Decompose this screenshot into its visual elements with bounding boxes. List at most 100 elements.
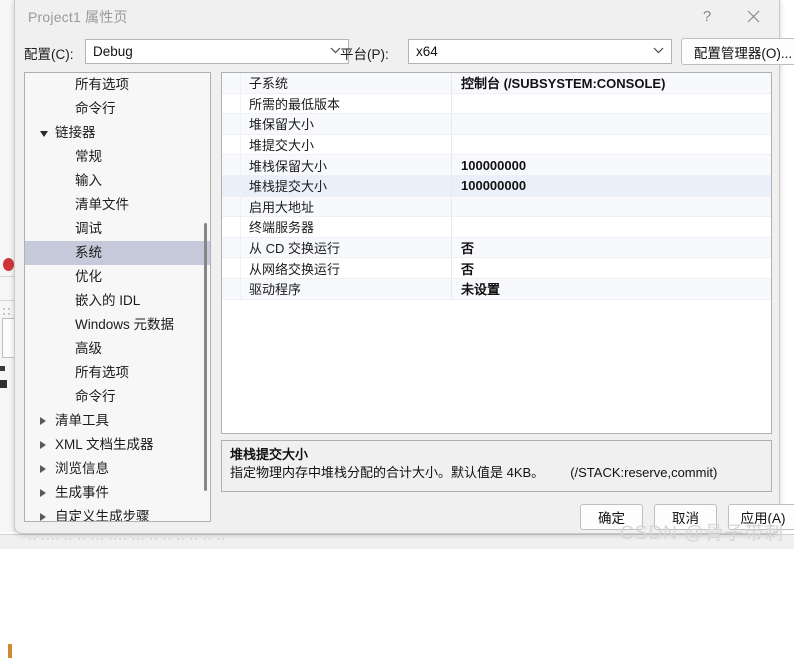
description-title: 堆栈提交大小 (230, 447, 309, 462)
property-column-divider[interactable] (451, 114, 452, 134)
cancel-button[interactable]: 取消 (654, 504, 717, 530)
tree-item[interactable]: 优化 (25, 265, 210, 289)
chevron-right-icon[interactable] (40, 489, 46, 497)
ide-status-text: ·· ···· ·· ·· ··· ···· ··· ·· ·· ·· ·· ·… (28, 534, 226, 545)
property-value[interactable]: 否 (452, 238, 771, 257)
property-row[interactable]: 堆栈提交大小 100000000 (222, 175, 771, 197)
property-row[interactable]: 堆保留大小 (222, 114, 771, 135)
tree-item-label: 命令行 (75, 101, 116, 116)
configuration-select[interactable]: Debug (85, 39, 349, 64)
ide-breakpoint-icon (3, 258, 14, 271)
tree-item[interactable]: 高级 (25, 337, 210, 361)
tree-item[interactable]: 所有选项 (25, 73, 210, 97)
tree-item[interactable]: 清单文件 (25, 193, 210, 217)
tree-item[interactable]: XML 文档生成器 (25, 433, 210, 457)
chevron-right-icon[interactable] (40, 465, 46, 473)
configuration-manager-button[interactable]: 配置管理器(O)... (681, 38, 794, 65)
property-name: 启用大地址 (249, 199, 315, 215)
property-row-indent (222, 73, 241, 93)
tree-item[interactable]: 浏览信息 (25, 457, 210, 481)
property-row-indent (222, 134, 241, 155)
tree-item[interactable]: 命令行 (25, 385, 210, 409)
property-name: 终端服务器 (249, 220, 315, 236)
property-pages-dialog: Project1 属性页 ? 配置(C): Debug 平台(P): x64 配 (14, 0, 794, 534)
platform-select[interactable]: x64 (408, 39, 672, 64)
property-grid-rows: 子系统 控制台 (/SUBSYSTEM:CONSOLE) 所需的最低版本 堆保留大小堆… (222, 73, 771, 300)
help-button[interactable]: ? (685, 0, 729, 32)
tree-item[interactable]: 清单工具 (25, 409, 210, 433)
property-name: 从网络交换运行 (249, 261, 341, 277)
tree-item[interactable]: 常规 (25, 145, 210, 169)
property-row-indent (222, 196, 241, 217)
property-grid[interactable]: 子系统 控制台 (/SUBSYSTEM:CONSOLE) 所需的最低版本 堆保留大小堆… (221, 72, 772, 434)
tree-item-label: 系统 (75, 245, 102, 260)
platform-label: 平台(P): (340, 47, 389, 62)
tree-item[interactable]: 所有选项 (25, 361, 210, 385)
property-value[interactable]: 否 (452, 259, 771, 278)
chevron-right-icon[interactable] (40, 417, 46, 425)
platform-value: x64 (416, 44, 438, 59)
property-row-indent (222, 114, 241, 134)
property-name: 堆提交大小 (249, 138, 315, 154)
tree-item-label: 调试 (75, 221, 102, 236)
ide-dot (8, 313, 10, 315)
property-column-divider[interactable] (451, 93, 452, 114)
ok-button[interactable]: 确定 (580, 504, 643, 530)
chevron-down-icon[interactable] (40, 131, 48, 137)
settings-tree[interactable]: 所有选项 命令行 链接器 常规 输入 清单文件 调试 系统 优化 嵌入的 IDL Windows 元… (24, 72, 211, 522)
property-column-divider[interactable] (451, 134, 452, 155)
tree-item-label: 优化 (75, 269, 102, 284)
tree-item[interactable]: 嵌入的 IDL (25, 289, 210, 313)
configuration-label: 配置(C): (24, 47, 74, 62)
property-row[interactable]: 启用大地址 (222, 196, 771, 218)
property-row[interactable]: 堆栈保留大小 100000000 (222, 155, 771, 176)
property-value[interactable]: 100000000 (452, 158, 771, 173)
tree-item-label: 命令行 (75, 389, 116, 404)
close-button[interactable] (731, 0, 775, 32)
tree-item[interactable]: 生成事件 (25, 481, 210, 505)
apply-button[interactable]: 应用(A) (728, 504, 794, 530)
property-name: 驱动程序 (249, 282, 302, 298)
dialog-title: Project1 属性页 (28, 9, 128, 25)
tree-item-label: 链接器 (55, 125, 96, 140)
tree-item-label: 生成事件 (55, 485, 109, 500)
property-value[interactable]: 100000000 (452, 178, 771, 193)
chevron-right-icon[interactable] (40, 513, 46, 521)
property-row[interactable]: 堆提交大小 (222, 134, 771, 156)
configuration-bar: 配置(C): Debug 平台(P): x64 配置管理器(O)... (15, 34, 794, 68)
chevron-right-icon[interactable] (40, 441, 46, 449)
tree-item-label: 自定义生成步骤 (55, 509, 150, 522)
tree-item-label: 嵌入的 IDL (75, 293, 141, 308)
tree-item-label: XML 文档生成器 (55, 437, 154, 452)
question-mark-icon: ? (702, 7, 712, 25)
property-column-divider[interactable] (451, 196, 452, 217)
tree-item[interactable]: 调试 (25, 217, 210, 241)
ide-glyph (0, 366, 5, 371)
property-row[interactable]: 从网络交换运行 否 (222, 258, 771, 279)
tree-scrollbar-thumb[interactable] (204, 223, 207, 491)
tree-item[interactable]: 输入 (25, 169, 210, 193)
tree-item[interactable]: Windows 元数据 (25, 313, 210, 337)
ide-dot (3, 313, 5, 315)
property-row[interactable]: 子系统 控制台 (/SUBSYSTEM:CONSOLE) (222, 73, 771, 94)
tree-item[interactable]: 自定义生成步骤 (25, 505, 210, 522)
property-column-divider[interactable] (451, 217, 452, 237)
property-row[interactable]: 驱动程序 未设置 (222, 278, 771, 300)
ide-right-strip (780, 0, 794, 534)
property-row[interactable]: 所需的最低版本 (222, 93, 771, 115)
property-name: 堆保留大小 (249, 117, 315, 133)
tree-item-label: 所有选项 (75, 77, 129, 92)
close-icon (747, 10, 759, 22)
configuration-value: Debug (93, 44, 133, 59)
property-value[interactable]: 控制台 (/SUBSYSTEM:CONSOLE) (452, 73, 771, 92)
tree-item-label: 输入 (75, 173, 102, 188)
tree-item[interactable]: 命令行 (25, 97, 210, 121)
property-row[interactable]: 从 CD 交换运行 否 (222, 237, 771, 259)
property-row[interactable]: 终端服务器 (222, 217, 771, 238)
tree-item-label: 清单工具 (55, 413, 109, 428)
property-name: 所需的最低版本 (249, 96, 341, 112)
tree-item[interactable]: 链接器 (25, 121, 210, 145)
tree-item-label: 所有选项 (75, 365, 129, 380)
tree-item[interactable]: 系统 (25, 241, 210, 265)
property-value[interactable]: 未设置 (452, 279, 771, 298)
